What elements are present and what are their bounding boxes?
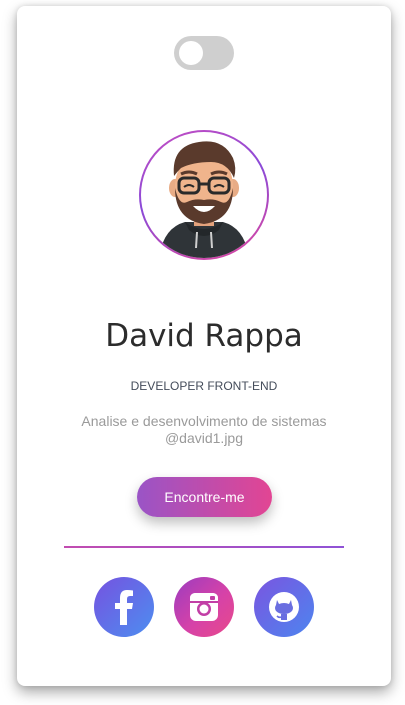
facebook-icon — [115, 590, 133, 625]
find-me-button[interactable]: Encontre-me — [137, 477, 272, 517]
divider — [64, 546, 344, 548]
github-link[interactable] — [254, 577, 314, 637]
theme-toggle[interactable] — [174, 36, 234, 70]
profile-name: David Rappa — [105, 318, 303, 354]
facebook-link[interactable] — [94, 577, 154, 637]
profile-description: Analise e desenvolvimento de sistemas @d… — [17, 413, 391, 447]
description-line: Analise e desenvolvimento de sistemas — [81, 413, 327, 429]
avatar-illustration — [141, 132, 267, 258]
profile-role: DEVELOPER FRONT-END — [130, 379, 278, 393]
github-icon — [269, 592, 299, 622]
instagram-link[interactable] — [174, 577, 234, 637]
avatar — [139, 130, 269, 260]
profile-card: David Rappa DEVELOPER FRONT-END Analise … — [17, 6, 391, 686]
instagram-icon — [190, 593, 218, 621]
profile-handle: @david1.jpg — [164, 430, 244, 446]
toggle-knob — [179, 41, 203, 65]
